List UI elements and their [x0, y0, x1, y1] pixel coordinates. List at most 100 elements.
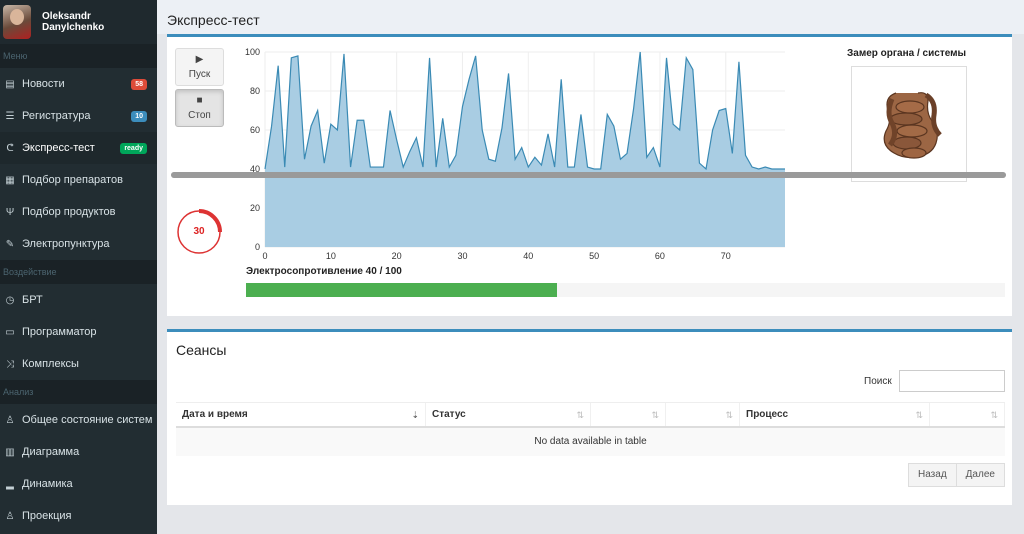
x-tick-label: 0 [262, 251, 267, 261]
prev-page-button[interactable]: Назад [908, 463, 957, 487]
start-button-label: Пуск [188, 69, 211, 80]
column-label: Процесс [746, 409, 789, 420]
x-tick-label: 50 [589, 251, 599, 261]
progress-label: Электросопротивление 40 / 100 [246, 266, 402, 277]
stop-button[interactable]: ■ Стоп [175, 89, 224, 127]
list-icon: ☰ [5, 110, 15, 122]
sidebar-item-label: Динамика [22, 478, 73, 490]
sidebar-item-label: Комплексы [22, 358, 79, 370]
x-tick-label: 70 [721, 251, 731, 261]
x-tick-label: 10 [326, 251, 336, 261]
horizontal-scrollbar[interactable] [171, 172, 1006, 178]
column-label: Дата и время [182, 409, 248, 420]
content-header: Экспресс-тест [157, 0, 1024, 34]
organ-title: Замер органа / системы [847, 48, 967, 59]
sidebar-item-label: Общее состояние систем [22, 414, 153, 426]
sessions-panel: Сеансы Поиск Дата и время ⇣ Статус ⇅ ⇅ ⇅… [167, 329, 1012, 505]
timer-value: 30 [193, 226, 205, 237]
sidebar-item-label: Регистратура [22, 110, 91, 122]
sidebar-item-label: Подбор продуктов [22, 206, 116, 218]
news-count-badge: 58 [131, 78, 147, 90]
sidebar-item-label: Электропунктура [22, 238, 110, 250]
sort-icon: ⇅ [651, 410, 659, 420]
sort-icon: ⇅ [576, 410, 584, 420]
resistance-area-chart: 0204060801000 10 20 30 40 50 60 70 [245, 47, 785, 261]
sidebar-item-systems-state[interactable]: ♙ Общее состояние систем [0, 404, 157, 436]
user-last-name: Danylchenko [42, 22, 105, 33]
column-4[interactable]: ⇅ [666, 403, 740, 426]
user-first-name: Oleksandr [42, 11, 91, 22]
column-status[interactable]: Статус ⇅ [426, 403, 591, 426]
empty-table-message: No data available in table [176, 428, 1005, 456]
y-tick-label: 80 [250, 86, 260, 96]
sidebar-item-electropuncture[interactable]: ✎ Электропунктура [0, 228, 157, 260]
sidebar-item-programmer[interactable]: ▭ Программатор [0, 316, 157, 348]
stop-button-label: Стоп [188, 110, 211, 121]
y-tick-label: 0 [255, 242, 260, 252]
section-menu-header: Меню [0, 44, 157, 68]
resistance-progress-bar [246, 283, 1005, 297]
page-title: Экспресс-тест [167, 12, 260, 28]
column-6[interactable]: ⇅ [930, 403, 1005, 426]
person-icon: ♙ [5, 414, 15, 426]
sidebar-item-label: БРТ [22, 294, 43, 306]
column-3[interactable]: ⇅ [591, 403, 666, 426]
timer-gauge: 30 [176, 209, 222, 255]
sidebar-item-label: Проекция [22, 510, 72, 522]
y-tick-label: 20 [250, 203, 260, 213]
x-tick-label: 60 [655, 251, 665, 261]
table-header: Дата и время ⇣ Статус ⇅ ⇅ ⇅ Процесс ⇅ ⇅ [176, 402, 1005, 428]
sidebar-item-complexes[interactable]: ⤨ Комплексы [0, 348, 157, 380]
section-impact-header: Воздействие [0, 260, 157, 284]
table-icon: ▦ [5, 174, 15, 186]
sort-desc-icon: ⇣ [411, 410, 419, 420]
sidebar-item-registry[interactable]: ☰ Регистратура 10 [0, 100, 157, 132]
y-tick-label: 100 [245, 47, 260, 57]
intestine-illustration [883, 92, 942, 159]
column-date-time[interactable]: Дата и время ⇣ [176, 403, 426, 426]
next-page-button[interactable]: Далее [956, 463, 1005, 487]
sidebar-item-products[interactable]: Ψ Подбор продуктов [0, 196, 157, 228]
sidebar-item-drugs[interactable]: ▦ Подбор препаратов [0, 164, 157, 196]
progress-fill [246, 283, 558, 297]
avatar[interactable] [3, 5, 31, 39]
pagination: Назад Далее [908, 463, 1005, 487]
sessions-table: Дата и время ⇣ Статус ⇅ ⇅ ⇅ Процесс ⇅ ⇅ … [176, 402, 1005, 456]
clock-icon: ◷ [5, 294, 15, 306]
sidebar: Oleksandr Danylchenko Меню ▤ Новости 58 … [0, 0, 157, 534]
x-tick-label: 30 [457, 251, 467, 261]
search-label: Поиск [864, 376, 892, 387]
section-analysis-header: Анализ [0, 380, 157, 404]
sidebar-item-label: Подбор препаратов [22, 174, 123, 186]
series-area [265, 52, 785, 247]
stop-icon: ■ [196, 95, 203, 106]
newspaper-icon: ▤ [5, 78, 15, 90]
start-button[interactable]: ▶ Пуск [175, 48, 224, 86]
sidebar-item-news[interactable]: ▤ Новости 58 [0, 68, 157, 100]
scrollbar-thumb[interactable] [171, 172, 1006, 178]
ready-badge: ready [120, 142, 147, 154]
column-process[interactable]: Процесс ⇅ [740, 403, 930, 426]
sort-icon: ⇅ [990, 410, 998, 420]
registry-count-badge: 10 [131, 110, 147, 122]
play-icon: ▶ [195, 54, 204, 65]
organ-image [851, 66, 967, 182]
y-tick-label: 60 [250, 125, 260, 135]
sidebar-item-label: Программатор [22, 326, 97, 338]
bar-chart-icon: ▥ [5, 446, 15, 458]
stethoscope-icon: ᕦ [6, 142, 14, 154]
main-content: Экспресс-тест ▶ Пуск ■ Стоп 30 0 20 40 60 80… [157, 0, 1024, 534]
sidebar-item-dynamics[interactable]: ▂ Динамика [0, 468, 157, 500]
terminal-icon: ▭ [5, 326, 15, 338]
column-label: Статус [432, 409, 466, 420]
sidebar-item-express-test[interactable]: ᕦ Экспресс-тест ready [0, 132, 157, 164]
sidebar-item-brt[interactable]: ◷ БРТ [0, 284, 157, 316]
sidebar-item-label: Диаграмма [22, 446, 80, 458]
signal-icon: ▂ [6, 478, 14, 490]
sidebar-item-projection[interactable]: ♙ Проекция [0, 500, 157, 532]
sidebar-item-diagram[interactable]: ▥ Диаграмма [0, 436, 157, 468]
cutlery-icon: Ψ [5, 206, 15, 218]
search-input[interactable] [899, 370, 1005, 392]
user-panel: Oleksandr Danylchenko [0, 0, 157, 44]
sessions-title: Сеансы [176, 342, 227, 358]
